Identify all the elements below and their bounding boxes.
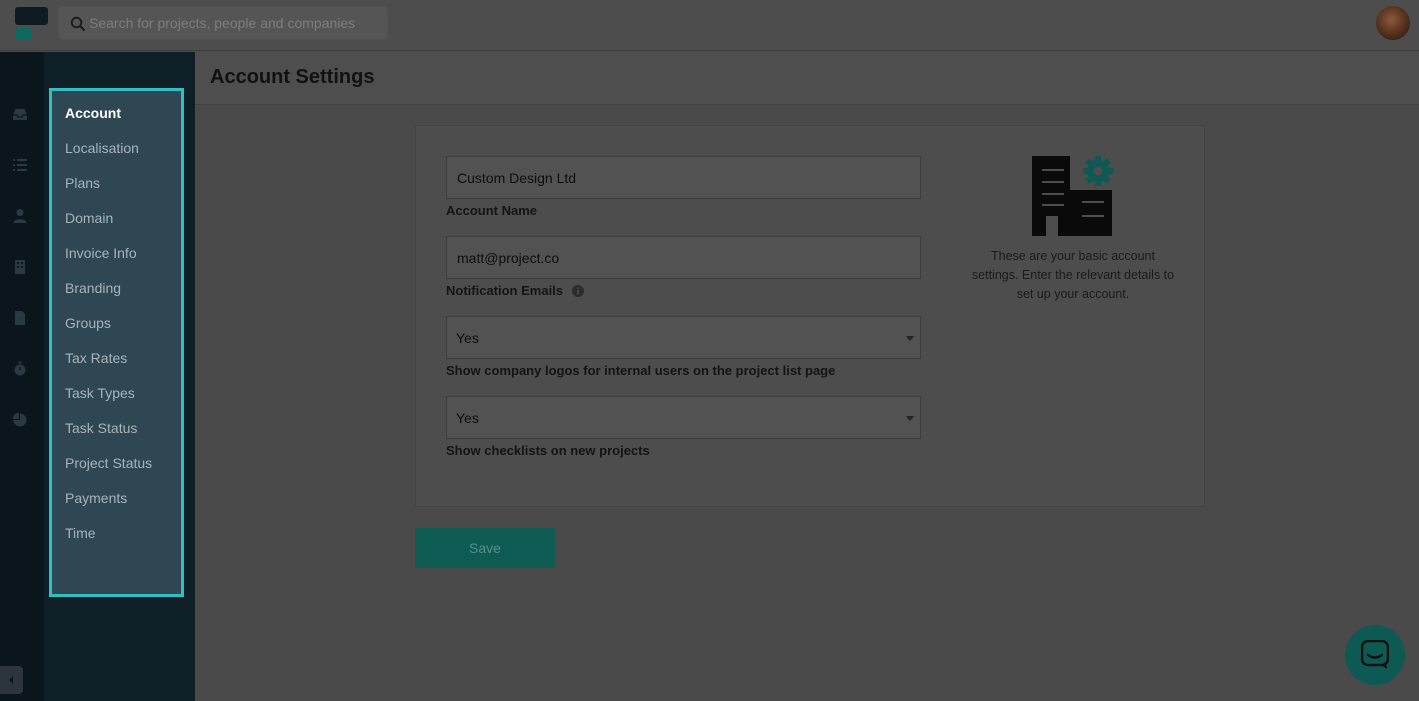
dropdown-arrow-icon [906, 416, 914, 421]
page-header: Account Settings [195, 52, 1419, 105]
nav-item-task-types[interactable]: Task Types [65, 385, 135, 401]
chevron-left-icon [9, 676, 13, 684]
info-icon[interactable] [571, 285, 584, 297]
inbox-icon[interactable] [11, 106, 29, 124]
gear-icon [1083, 156, 1113, 186]
person-icon[interactable] [11, 207, 29, 225]
icon-rail [0, 52, 44, 701]
user-avatar[interactable] [1376, 6, 1410, 40]
nav-item-project-status[interactable]: Project Status [65, 455, 152, 471]
notification-emails-label: Notification Emails [446, 283, 564, 298]
global-search[interactable] [58, 6, 388, 40]
building-settings-illustration-icon [1032, 156, 1113, 236]
save-button[interactable]: Save [415, 528, 555, 568]
nav-item-domain[interactable]: Domain [65, 210, 113, 226]
logo-bottom-block [15, 28, 32, 40]
company-logos-select[interactable]: Yes [446, 316, 921, 359]
account-name-label: Account Name [446, 203, 538, 218]
nav-item-account[interactable]: Account [65, 105, 121, 121]
nav-item-groups[interactable]: Groups [65, 315, 111, 331]
notification-emails-field[interactable] [446, 236, 921, 279]
stopwatch-icon[interactable] [11, 360, 29, 378]
settings-nav-highlight [49, 88, 184, 597]
company-logos-value: Yes [456, 330, 479, 346]
nav-item-time[interactable]: Time [65, 525, 96, 541]
logo-top-block [15, 7, 48, 25]
chat-launcher-button[interactable] [1345, 625, 1405, 685]
checklists-label: Show checklists on new projects [446, 443, 650, 458]
chat-icon [1361, 640, 1389, 669]
checklists-select[interactable]: Yes [446, 396, 921, 439]
notification-emails-input[interactable] [447, 237, 920, 278]
company-logos-label: Show company logos for internal users on… [446, 363, 836, 378]
search-input[interactable] [89, 7, 379, 39]
checklists-value: Yes [456, 410, 479, 426]
nav-item-task-status[interactable]: Task Status [65, 420, 137, 436]
collapse-sidebar-button[interactable] [0, 666, 23, 694]
pie-chart-icon[interactable] [11, 411, 29, 429]
app-logo[interactable] [15, 7, 48, 41]
list-icon[interactable] [11, 156, 29, 174]
nav-item-branding[interactable]: Branding [65, 280, 121, 296]
building-icon[interactable] [11, 258, 29, 276]
nav-item-payments[interactable]: Payments [65, 490, 127, 506]
account-name-field[interactable] [446, 156, 921, 199]
nav-item-tax-rates[interactable]: Tax Rates [65, 350, 127, 366]
account-name-input[interactable] [447, 157, 920, 198]
nav-item-localisation[interactable]: Localisation [65, 140, 139, 156]
notification-emails-label-row: Notification Emails [446, 283, 584, 298]
document-icon[interactable] [11, 309, 29, 327]
settings-help-text: These are your basic account settings. E… [971, 249, 1175, 301]
nav-item-invoice-info[interactable]: Invoice Info [65, 245, 137, 261]
top-bar [0, 0, 1419, 51]
dropdown-arrow-icon [906, 336, 914, 341]
page-title: Account Settings [210, 66, 375, 88]
nav-item-plans[interactable]: Plans [65, 175, 100, 191]
search-icon [70, 16, 86, 32]
